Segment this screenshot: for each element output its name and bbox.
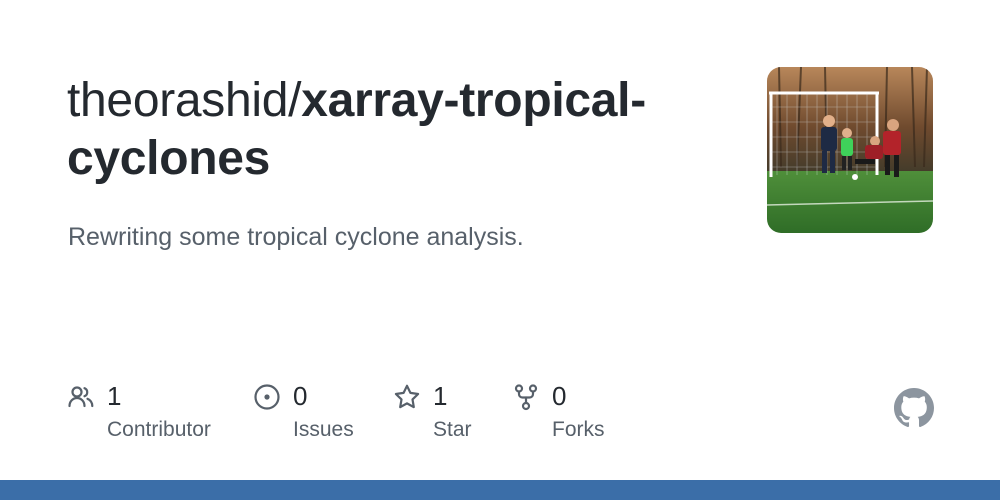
github-logo-icon[interactable] bbox=[894, 388, 934, 428]
issues-label: Issues bbox=[293, 418, 354, 441]
stars-count: 1 bbox=[433, 381, 448, 411]
forks-count: 0 bbox=[552, 381, 567, 411]
repo-description: Rewriting some tropical cyclone analysis… bbox=[68, 223, 524, 251]
issues-icon bbox=[254, 384, 280, 410]
stat-stars[interactable]: 1 Star bbox=[393, 380, 503, 450]
stat-issues[interactable]: 0 Issues bbox=[253, 380, 373, 450]
issues-count: 0 bbox=[293, 381, 308, 411]
contributors-icon bbox=[68, 386, 94, 408]
forks-icon bbox=[514, 384, 538, 411]
repo-title[interactable]: theorashid/xarray-tropical-cyclones bbox=[67, 72, 727, 188]
stat-forks[interactable]: 0 Forks bbox=[512, 380, 632, 450]
contributors-count: 1 bbox=[107, 381, 122, 411]
avatar-photo bbox=[767, 67, 933, 233]
repo-social-card: theorashid/xarray-tropical-cyclones Rewr… bbox=[0, 0, 1000, 500]
stat-contributors[interactable]: 1 Contributor bbox=[67, 380, 237, 450]
forks-label: Forks bbox=[552, 418, 605, 441]
bottom-accent-bar bbox=[0, 480, 1000, 500]
star-icon bbox=[394, 384, 420, 409]
repo-owner: theorashid/ bbox=[67, 74, 302, 127]
contributors-label: Contributor bbox=[107, 418, 211, 441]
avatar bbox=[767, 67, 933, 233]
stars-label: Star bbox=[433, 418, 472, 441]
